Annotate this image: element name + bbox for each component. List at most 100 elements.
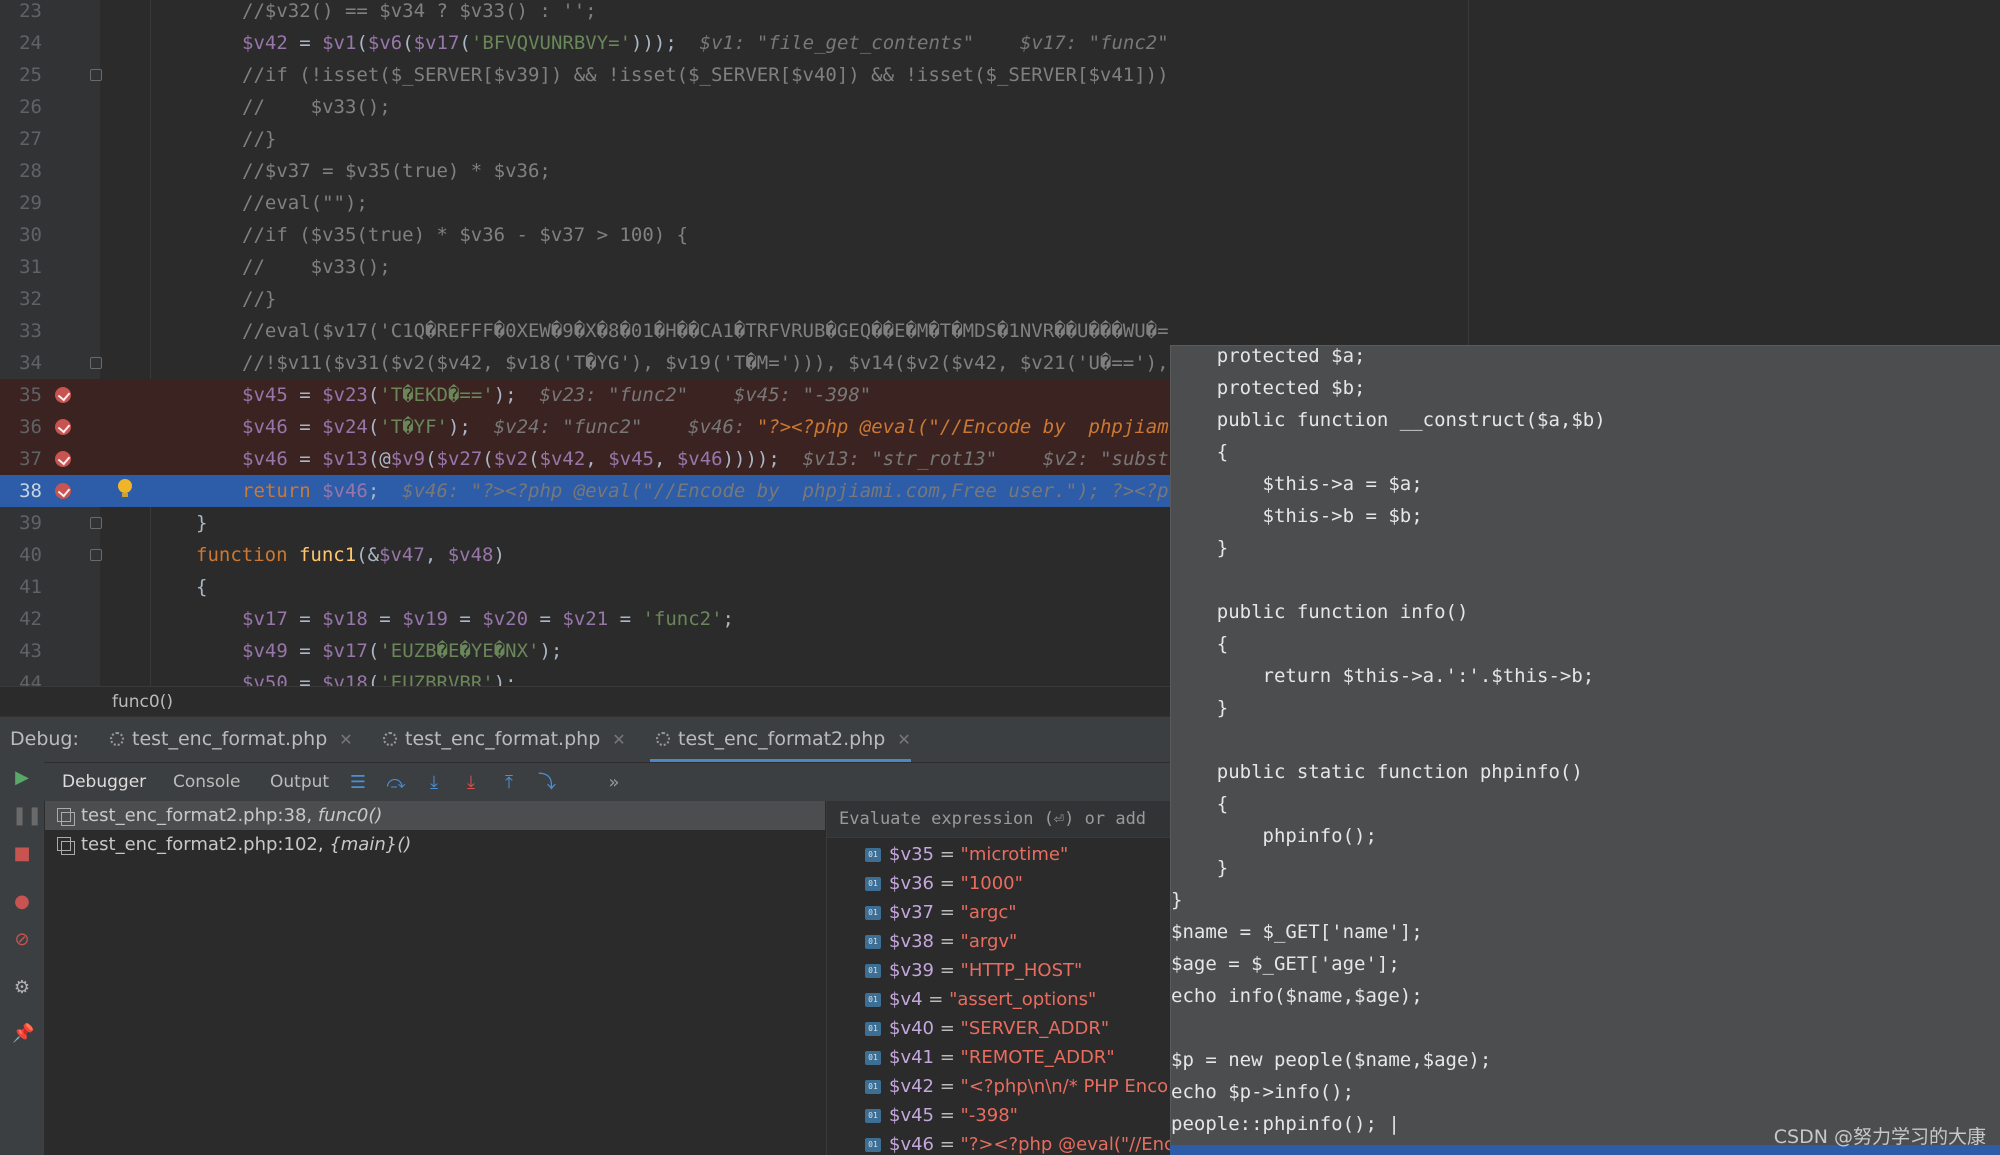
breadcrumb-function[interactable]: func0() xyxy=(112,687,173,717)
variable-row[interactable]: 01 $v37 = "argc" xyxy=(827,898,1171,927)
mute-breakpoints-icon[interactable]: ⊘ xyxy=(12,930,32,950)
line-number[interactable]: 29 xyxy=(0,187,42,219)
variable-row[interactable]: 01 $v38 = "argv" xyxy=(827,927,1171,956)
code-line[interactable]: 25 //if (!isset($_SERVER[$v39]) && !isset… xyxy=(0,59,1170,91)
show-execution-point-icon[interactable]: ☰ xyxy=(348,773,368,793)
tab-console[interactable]: Console xyxy=(173,763,241,801)
line-number[interactable]: 31 xyxy=(0,251,42,283)
code-line[interactable]: 33 //eval($v17('C1Q�REFFF�0XEW�9�X�8�01�H… xyxy=(0,315,1170,347)
line-number[interactable]: 28 xyxy=(0,155,42,187)
variable-row[interactable]: 01 $v4 = "assert_options" xyxy=(827,985,1171,1014)
line-number[interactable]: 38 xyxy=(0,475,42,507)
force-step-into-icon[interactable]: ⤓ xyxy=(461,773,481,793)
line-number[interactable]: 32 xyxy=(0,283,42,315)
debug-tab-1[interactable]: test_enc_format.php ✕ xyxy=(104,717,353,762)
code-line[interactable]: 44 $v50 = $v18('EUZBRVBR'); xyxy=(0,667,1170,686)
line-number[interactable]: 36 xyxy=(0,411,42,443)
code-line[interactable]: 31 // $v33(); xyxy=(0,251,1170,283)
step-into-icon[interactable]: ⤓ xyxy=(424,773,444,793)
variable-row[interactable]: 01 $v39 = "HTTP_HOST" xyxy=(827,956,1171,985)
code-line[interactable]: 29 //eval(""); xyxy=(0,187,1170,219)
fold-marker-icon[interactable] xyxy=(90,357,102,369)
step-out-icon[interactable]: ⤒ xyxy=(499,773,519,793)
tab-output[interactable]: Output xyxy=(270,763,329,801)
code-line[interactable]: 43 $v49 = $v17('EUZB�E�YE�NX'); xyxy=(0,635,1170,667)
debug-tab-2[interactable]: test_enc_format.php ✕ xyxy=(377,717,626,762)
line-number[interactable]: 25 xyxy=(0,59,42,91)
breakpoint-icon[interactable] xyxy=(55,451,71,467)
evaluate-expression-input[interactable]: Evaluate expression (⏎) or add xyxy=(827,801,1171,838)
debug-tab-3[interactable]: test_enc_format2.php ✕ xyxy=(650,717,911,762)
view-breakpoints-icon[interactable]: ● xyxy=(12,892,32,912)
code-line[interactable]: 32 //} xyxy=(0,283,1170,315)
line-number[interactable]: 37 xyxy=(0,443,42,475)
breakpoint-icon[interactable] xyxy=(55,419,71,435)
code-line[interactable]: 40 function func1(&$v47, $v48) xyxy=(0,539,1170,571)
line-number[interactable]: 34 xyxy=(0,347,42,379)
code-line[interactable]: 28 //$v37 = $v35(true) * $v36; xyxy=(0,155,1170,187)
tab-debugger[interactable]: Debugger xyxy=(62,763,146,801)
line-number[interactable]: 41 xyxy=(0,571,42,603)
code-line[interactable]: 23 //$v32() == $v34 ? $v33() : ''; xyxy=(0,0,1170,27)
code-line[interactable]: 27 //} xyxy=(0,123,1170,155)
code-token: $v13: "str_rot13" $v2: "substr xyxy=(802,448,1170,470)
line-number[interactable]: 39 xyxy=(0,507,42,539)
stop-icon[interactable]: ■ xyxy=(12,844,32,864)
code-line[interactable]: 34 //!$v11($v31($v2($v42, $v18('T�YG'), $… xyxy=(0,347,1170,379)
fold-marker-icon[interactable] xyxy=(90,549,102,561)
pause-icon[interactable]: ❚❚ xyxy=(12,806,42,826)
variable-row[interactable]: 01 $v46 = "?><?php @eval("//Encode by php… xyxy=(827,1130,1171,1155)
line-number[interactable]: 23 xyxy=(0,0,42,27)
code-editor[interactable]: 23 //$v32() == $v34 ? $v33() : ''; 24 $v42 … xyxy=(0,0,1170,686)
variable-row[interactable]: 01 $v36 = "1000" xyxy=(827,869,1171,898)
breakpoint-icon[interactable] xyxy=(55,387,71,403)
variable-equals: = xyxy=(934,960,961,981)
code-line[interactable]: 37 $v46 = $v13(@$v9($v27($v2($v42, $v45, … xyxy=(0,443,1170,475)
line-number[interactable]: 33 xyxy=(0,315,42,347)
code-token: $v1: "file_get_contents" $v17: "func2" $… xyxy=(699,32,1169,54)
code-line[interactable]: 41 { xyxy=(0,571,1170,603)
line-number[interactable]: 27 xyxy=(0,123,42,155)
resume-icon[interactable]: ▶ xyxy=(12,768,32,788)
code-line[interactable]: 24 $v42 = $v1($v6($v17('BFVQVUNRBVY=')));… xyxy=(0,27,1170,59)
line-number[interactable]: 35 xyxy=(0,379,42,411)
line-number[interactable]: 24 xyxy=(0,27,42,59)
popup-code-line: protected $a; xyxy=(1171,345,1366,367)
code-line[interactable]: 36 $v46 = $v24('T�YF'); $v24: "func2" $v4… xyxy=(0,411,1170,443)
intention-bulb-icon[interactable] xyxy=(118,479,132,497)
source-preview-popup[interactable]: protected $a; protected $b; public funct… xyxy=(1170,345,2000,1146)
line-number[interactable]: 44 xyxy=(0,667,42,686)
frame-row[interactable]: test_enc_format2.php:38, func0() xyxy=(45,801,825,830)
settings-gear-icon[interactable]: ⚙ xyxy=(12,978,32,998)
code-line[interactable]: 26 // $v33(); xyxy=(0,91,1170,123)
line-number[interactable]: 30 xyxy=(0,219,42,251)
close-icon[interactable]: ✕ xyxy=(897,730,910,749)
more-actions-icon[interactable]: » xyxy=(604,773,624,793)
variable-row[interactable]: 01 $v42 = "<?php\n\n/* PHP Enco xyxy=(827,1072,1171,1101)
variable-row[interactable]: 01 $v40 = "SERVER_ADDR" xyxy=(827,1014,1171,1043)
line-number[interactable]: 42 xyxy=(0,603,42,635)
breakpoint-icon[interactable] xyxy=(55,483,71,499)
pin-icon[interactable]: 📌 xyxy=(12,1024,34,1044)
variable-row[interactable]: 01 $v45 = "-398" xyxy=(827,1101,1171,1130)
code-line[interactable]: 35 $v45 = $v23('T�EKD�=='); $v23: "func2"… xyxy=(0,379,1170,411)
variable-row[interactable]: 01 $v35 = "microtime" xyxy=(827,840,1171,869)
run-to-cursor-icon[interactable]: ⤵ xyxy=(537,773,557,793)
code-line[interactable]: 38 return $v46; $v46: "?><?php @eval("//E… xyxy=(0,475,1170,507)
code-token: $v46 xyxy=(322,480,368,502)
line-number[interactable]: 40 xyxy=(0,539,42,571)
code-line[interactable]: 42 $v17 = $v18 = $v19 = $v20 = $v21 = 'fu… xyxy=(0,603,1170,635)
fold-marker-icon[interactable] xyxy=(90,517,102,529)
fold-marker-icon[interactable] xyxy=(90,69,102,81)
variable-value: "microtime" xyxy=(960,844,1069,865)
frame-row[interactable]: test_enc_format2.php:102, {main}() xyxy=(45,830,825,859)
code-line[interactable]: 39} xyxy=(0,507,1170,539)
variable-row[interactable]: 01 $v41 = "REMOTE_ADDR" xyxy=(827,1043,1171,1072)
close-icon[interactable]: ✕ xyxy=(339,730,352,749)
code-line[interactable]: 30 //if ($v35(true) * $v36 - $v37 > 100) … xyxy=(0,219,1170,251)
line-number[interactable]: 43 xyxy=(0,635,42,667)
close-icon[interactable]: ✕ xyxy=(612,730,625,749)
line-number[interactable]: 26 xyxy=(0,91,42,123)
breadcrumb[interactable]: func0() xyxy=(0,686,1170,717)
step-over-icon[interactable]: ⤼ xyxy=(386,773,406,793)
